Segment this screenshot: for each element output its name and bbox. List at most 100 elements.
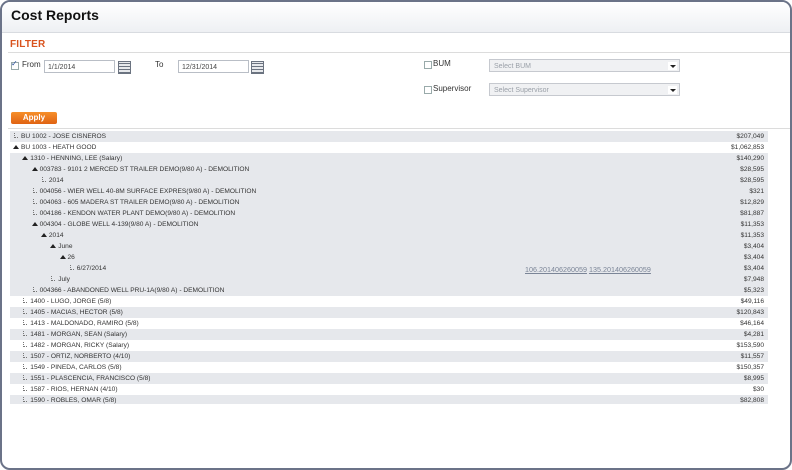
tree-row-amount: $153,590 [736,342,764,349]
tree-row[interactable]: 1551 - PLASCENCIA, FRANCISCO (5/8) $8,995 [10,373,768,384]
tree-row-amount: $1,062,853 [730,144,764,151]
bum-select-placeholder: Select BUM [494,63,531,70]
tree-row[interactable]: 1482 - MORGAN, RICKY (Salary) $153,590 [10,340,768,351]
filter-divider [8,52,790,53]
tree-row[interactable]: 2014 $28,595 [10,175,768,186]
tree-row[interactable]: June $3,404 [10,241,768,252]
tree-row-label: June [58,243,73,250]
tree-row-amount: $321 [749,188,764,195]
from-date-checkbox[interactable] [11,59,19,70]
tree-row-amount: $7,948 [743,276,764,283]
tree-row-amount: $120,843 [736,309,764,316]
tree-row[interactable]: 004063 - 605 MADERA ST TRAILER DEMO(9/80… [10,197,768,208]
app-window: Cost Reports FILTER From 1/1/2014 To 12/… [0,0,792,470]
tree-row[interactable]: 1405 - MACIAS, HECTOR (5/8) $120,843 [10,307,768,318]
ticket-link[interactable]: 106.201406260059 [525,265,587,274]
tree-row-label: 1549 - PINEDA, CARLOS (5/8) [30,364,122,371]
tree-row[interactable]: 1587 - RIOS, HERNAN (4/10) $30 [10,384,768,395]
tree-row[interactable]: 004056 - WIER WELL 40-8M SURFACE EXPRES(… [10,186,768,197]
tree-row[interactable]: 003783 - 9101 2 MERCED ST TRAILER DEMO(9… [10,164,768,175]
tree-row[interactable]: 1310 - HENNING, LEE (Salary) $140,290 [10,153,768,164]
supervisor-label: Supervisor [433,84,472,93]
to-calendar-icon[interactable] [251,61,264,74]
tree-row-amount: $150,357 [736,364,764,371]
tree-row-label: BU 1003 - HEATH GOOD [21,144,97,151]
tree-row[interactable]: 1400 - LUGO, JORGE (5/8) $49,116 [10,296,768,307]
tree-row[interactable]: 2014 $11,353 [10,230,768,241]
tree-row-amount: $207,049 [736,133,764,140]
tree-row-amount: $28,595 [740,166,764,173]
ticket-link[interactable]: 135.201406260059 [589,265,651,274]
tree-row-amount: $81,887 [740,210,764,217]
tree-row-label: 004366 - ABANDONED WELL PRU-1A(9/80 A) -… [39,287,225,294]
tree-row-amount: $3,404 [743,243,764,250]
supervisor-select[interactable]: Select Supervisor [489,83,680,96]
from-label: From [22,60,41,69]
tree-row-label: 1413 - MALDONADO, RAMIRO (5/8) [30,320,139,327]
results-divider [8,128,790,129]
supervisor-select-placeholder: Select Supervisor [494,87,549,94]
bum-label: BUM [433,59,451,68]
tree-row-amount: $4,281 [743,331,764,338]
from-date-input[interactable]: 1/1/2014 [44,60,115,73]
tree-row-amount: $11,353 [740,232,764,239]
tree-row[interactable]: 004304 - GLOBE WELL 4-139(9/80 A) - DEMO… [10,219,768,230]
tree-row-amount: $28,595 [740,177,764,184]
tree-row[interactable]: 1549 - PINEDA, CARLOS (5/8) $150,357 [10,362,768,373]
tree-row-amount: $3,404 [743,254,764,261]
tree-row[interactable]: BU 1002 - JOSE CISNEROS $207,049 [10,131,768,142]
tree-row-amount: $11,353 [740,221,764,228]
tree-row-label: 1590 - ROBLES, OMAR (5/8) [30,397,117,404]
to-label: To [155,60,164,69]
bum-checkbox[interactable] [424,61,432,69]
tree-row-amount: $140,290 [736,155,764,162]
tree-row-amount: $11,557 [740,353,764,360]
tree-row[interactable]: BU 1003 - HEATH GOOD $1,062,853 [10,142,768,153]
tree-row-label: 1507 - ORTIZ, NORBERTO (4/10) [30,353,131,360]
tree-row[interactable]: 1507 - ORTIZ, NORBERTO (4/10) $11,557 [10,351,768,362]
tree-row[interactable]: 004186 - KENDON WATER PLANT DEMO(9/80 A)… [10,208,768,219]
page-title: Cost Reports [11,7,99,23]
tree-row[interactable]: July $7,948 [10,274,768,285]
tree-row-amount: $3,404 [743,265,764,272]
tree-row-label: BU 1002 - JOSE CISNEROS [21,133,107,140]
filter-heading: FILTER [10,39,46,50]
chevron-down-icon [668,62,677,70]
tree-row-label: 6/27/2014 [76,265,107,272]
tree-row-label: 1482 - MORGAN, RICKY (Salary) [30,342,130,349]
tree-row-amount: $12,829 [740,199,764,206]
tree-row-amount: $5,323 [743,287,764,294]
tree-row-label: 003783 - 9101 2 MERCED ST TRAILER DEMO(9… [39,166,250,173]
tree-row-label: 2014 [48,232,64,239]
tree-row-label: 26 [67,254,75,261]
tree-row-label: 1400 - LUGO, JORGE (5/8) [30,298,112,305]
tree-row-amount: $8,995 [743,375,764,382]
tree-row[interactable]: 004366 - ABANDONED WELL PRU-1A(9/80 A) -… [10,285,768,296]
tree-row-amount: $82,808 [740,397,764,404]
tree-row-label: 1310 - HENNING, LEE (Salary) [30,155,123,162]
tree-row-amount: $46,164 [740,320,764,327]
bum-select[interactable]: Select BUM [489,59,680,72]
apply-button[interactable]: Apply [11,112,57,124]
tree-row-label: 2014 [48,177,64,184]
tree-row-label: 004063 - 605 MADERA ST TRAILER DEMO(9/80… [39,199,240,206]
tree-row[interactable]: 1413 - MALDONADO, RAMIRO (5/8) $46,164 [10,318,768,329]
tree-row-label: 004056 - WIER WELL 40-8M SURFACE EXPRES(… [39,188,257,195]
supervisor-checkbox[interactable] [424,86,432,94]
tree-row[interactable]: 6/27/2014 106.201406260059 135.2014062600… [10,263,768,274]
tree-row-label: 004186 - KENDON WATER PLANT DEMO(9/80 A)… [39,210,236,217]
tree-row[interactable]: 26 $3,404 [10,252,768,263]
tree-row[interactable]: 1481 - MORGAN, SEAN (Salary) $4,281 [10,329,768,340]
tree-row-label: 1587 - RIOS, HERNAN (4/10) [30,386,118,393]
tree-row-label: July [58,276,70,283]
to-date-input[interactable]: 12/31/2014 [178,60,249,73]
tree-row-label: 1481 - MORGAN, SEAN (Salary) [30,331,128,338]
cost-tree: BU 1002 - JOSE CISNEROS $207,049 BU 1003 -… [10,131,768,404]
tree-row[interactable]: 1590 - ROBLES, OMAR (5/8) $82,808 [10,395,768,404]
chevron-down-icon [668,86,677,94]
from-calendar-icon[interactable] [118,61,131,74]
tree-row-label: 1405 - MACIAS, HECTOR (5/8) [30,309,123,316]
title-bar: Cost Reports [2,2,790,33]
tree-row-amount: $49,116 [740,298,764,305]
tree-row-label: 004304 - GLOBE WELL 4-139(9/80 A) - DEMO… [39,221,199,228]
